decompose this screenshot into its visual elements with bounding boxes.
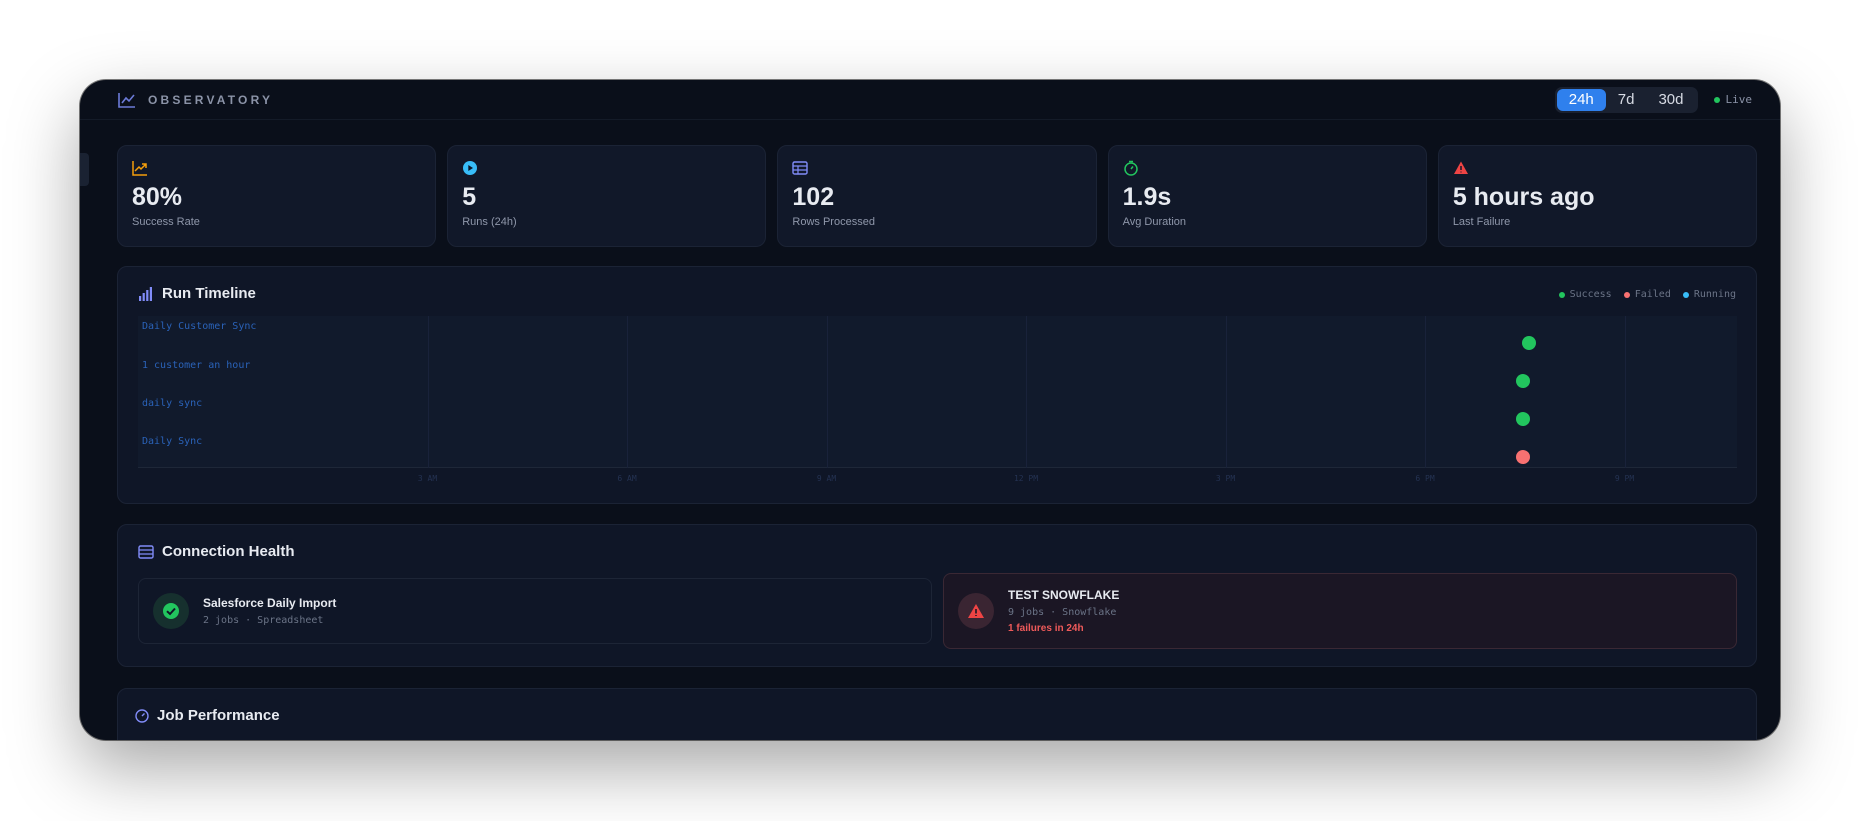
timeline-row-label: Daily Sync: [142, 436, 203, 447]
server-icon: [138, 544, 154, 559]
timeline-tick-label: 12 PM: [1013, 474, 1039, 483]
stat-label: Avg Duration: [1122, 216, 1186, 228]
panel-title: Run Timeline: [138, 285, 256, 302]
success-dot-icon: [1558, 291, 1565, 298]
stats-row: 80% Success Rate 5 Runs (24h) 102 Rows P…: [117, 145, 1758, 247]
connection-meta: 9 jobs · Snowflake: [1008, 607, 1117, 618]
timeline-tick-label: 3 AM: [417, 474, 438, 483]
timeline-grid-line: [1225, 316, 1227, 468]
legend-success: Success: [1558, 289, 1612, 300]
trending-up-icon: [132, 161, 147, 176]
stat-card-rows: 102 Rows Processed: [777, 145, 1097, 247]
timeline-row-label: daily sync: [142, 398, 203, 409]
timeline-grid-line: [1026, 316, 1027, 468]
stat-label: Runs (24h): [462, 216, 517, 228]
live-dot-icon: [1713, 96, 1720, 103]
timeline-tick-label: 9 PM: [1614, 474, 1635, 483]
stat-card-last-failure: 5 hours ago Last Failure: [1437, 145, 1758, 247]
stat-value: 1.9s: [1122, 183, 1172, 211]
brand: OBSERVATORY: [118, 92, 273, 108]
stat-value: 102: [792, 183, 835, 211]
status-ok: [153, 593, 189, 629]
table-icon: [792, 161, 809, 175]
legend-failed: Failed: [1623, 289, 1671, 300]
timeline-plot: Daily Customer Sync 1 customer an hour d…: [138, 316, 1737, 483]
stat-card-duration: 1.9s Avg Duration: [1107, 145, 1427, 247]
stat-value: 5: [462, 183, 477, 211]
panel-title: Job Performance: [135, 707, 280, 724]
timeline-grid-line: [1624, 316, 1626, 468]
app-window: OBSERVATORY 24h 7d 30d Live 80% Success …: [80, 80, 1780, 740]
run-dot-failed[interactable]: [1516, 450, 1531, 464]
running-dot-icon: [1682, 291, 1689, 298]
live-indicator: Live: [1713, 93, 1753, 106]
timer-icon: [1123, 160, 1138, 176]
sidebar-toggle[interactable]: [80, 153, 89, 186]
run-dot-success[interactable]: [1516, 374, 1531, 388]
app-title: OBSERVATORY: [148, 92, 274, 107]
timeline-grid-line: [826, 316, 828, 468]
connection-card-salesforce[interactable]: Salesforce Daily Import 2 jobs · Spreads…: [138, 578, 932, 644]
check-circle-icon: [163, 603, 179, 619]
bar-chart-icon: [139, 286, 152, 301]
run-timeline-panel: Run Timeline Success Failed Running Dail…: [117, 266, 1757, 504]
stat-card-success-rate: 80% Success Rate: [117, 145, 437, 247]
timeline-grid-line: [627, 316, 628, 468]
time-range-selector: 24h 7d 30d: [1554, 86, 1698, 113]
job-performance-panel: Job Performance: [117, 688, 1757, 740]
timeline-tick-label: 6 AM: [617, 474, 637, 483]
legend-running: Running: [1682, 289, 1736, 300]
gauge-icon: [135, 708, 149, 723]
timeline-grid-line: [1425, 316, 1426, 468]
legend-label: Running: [1693, 289, 1736, 300]
status-error: [958, 593, 994, 629]
job-performance-title: Job Performance: [157, 707, 280, 724]
alert-triangle-icon: [1453, 161, 1468, 174]
connection-health-panel: Connection Health Salesforce Daily Impor…: [117, 524, 1757, 667]
stat-card-runs: 5 Runs (24h): [447, 145, 767, 247]
stat-label: Success Rate: [132, 216, 200, 228]
range-30d-button[interactable]: 30d: [1646, 89, 1695, 111]
range-24h-button[interactable]: 24h: [1556, 88, 1606, 111]
legend-label: Failed: [1634, 289, 1671, 300]
legend-label: Success: [1569, 289, 1612, 300]
run-timeline-title: Run Timeline: [162, 285, 256, 302]
connection-name: TEST SNOWFLAKE: [1008, 588, 1120, 602]
stat-value: 80%: [132, 183, 183, 211]
play-circle-icon: [463, 161, 478, 175]
connection-meta: 2 jobs · Spreadsheet: [203, 615, 324, 626]
connection-name: Salesforce Daily Import: [203, 596, 337, 610]
stat-value: 5 hours ago: [1452, 183, 1595, 211]
timeline-tick-label: 9 AM: [816, 474, 837, 483]
stat-label: Last Failure: [1452, 216, 1511, 228]
top-bar: OBSERVATORY 24h 7d 30d Live: [80, 80, 1780, 120]
chart-line-icon: [118, 92, 135, 108]
connection-health-title: Connection Health: [162, 543, 295, 560]
timeline-row-label: 1 customer an hour: [142, 360, 251, 371]
stat-label: Rows Processed: [792, 216, 875, 228]
run-dot-success[interactable]: [1516, 412, 1531, 426]
timeline-tick-label: 3 PM: [1215, 474, 1236, 483]
timeline-row-label: Daily Customer Sync: [142, 321, 257, 332]
connection-failure-text: 1 failures in 24h: [1008, 623, 1084, 634]
run-dot-success[interactable]: [1521, 336, 1536, 350]
alert-triangle-icon: [968, 604, 984, 618]
failed-dot-icon: [1623, 291, 1630, 298]
range-7d-button[interactable]: 7d: [1606, 89, 1647, 111]
live-label: Live: [1725, 93, 1753, 106]
timeline-tick-label: 6 PM: [1415, 474, 1435, 483]
connection-card-snowflake[interactable]: TEST SNOWFLAKE 9 jobs · Snowflake 1 fail…: [943, 573, 1737, 649]
timeline-grid-line: [427, 316, 429, 468]
timeline-legend: Success Failed Running: [1558, 289, 1736, 300]
panel-title: Connection Health: [138, 543, 295, 560]
